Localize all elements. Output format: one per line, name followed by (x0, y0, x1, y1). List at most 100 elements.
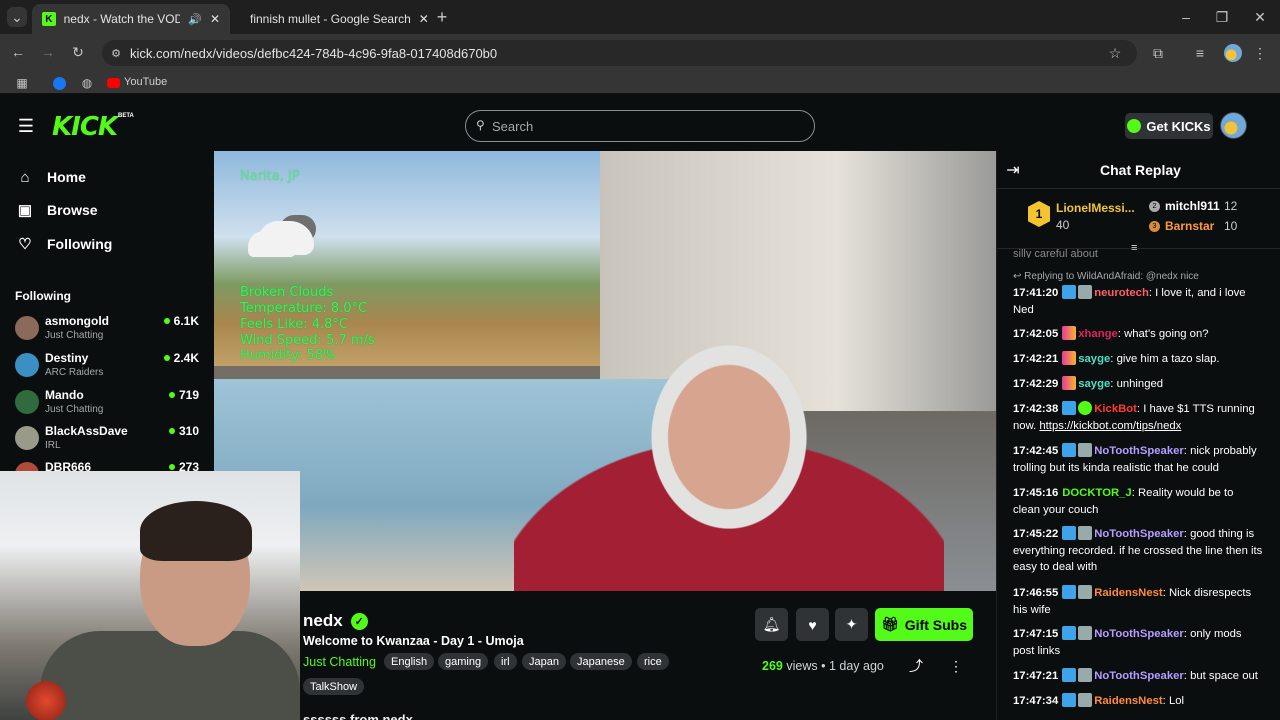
chat-message: 17:47:34 RaidensNest: Lol (1013, 693, 1185, 707)
live-dot-icon (163, 318, 170, 324)
search-input[interactable]: Search (465, 110, 815, 142)
follow-heart-button[interactable]: ♥ (796, 608, 829, 641)
chat-username[interactable]: NoToothSpeaker (1094, 670, 1184, 682)
get-kicks-button[interactable]: Get KICKs (1125, 113, 1213, 139)
sub-badge-icon (1062, 526, 1077, 540)
profile-avatar[interactable] (1224, 44, 1242, 62)
new-tab-icon[interactable]: + (432, 7, 452, 27)
beta-label: BETA (118, 113, 134, 119)
tag[interactable]: English (384, 653, 435, 670)
tag[interactable]: gaming (438, 653, 489, 670)
tab-kick[interactable]: K nedx - Watch the VOD on K 🔊 ✕ (32, 4, 230, 34)
leader-name[interactable]: Barnstar (1165, 219, 1214, 233)
webcam-jacket (40, 631, 300, 720)
tag[interactable]: Japan (522, 653, 566, 670)
leader-name[interactable]: mitchl911 (1165, 199, 1220, 213)
collapse-chat-icon[interactable]: ⇥ (1003, 160, 1023, 180)
section-heading-partial: ssssss from nedx (303, 712, 413, 720)
speaker-icon[interactable]: 🔊 (188, 13, 202, 26)
viewer-count-value: 719 (178, 388, 199, 402)
gifter-badge-icon (1078, 585, 1093, 599)
viewer-count: 310 (168, 424, 199, 438)
gift-subs-button[interactable]: 🎁︎ Gift Subs (875, 608, 973, 641)
channel-category: ARC Raiders (45, 367, 104, 378)
notification-bell-button[interactable]: 🔔︎ (755, 608, 788, 641)
media-control-icon[interactable]: ≡ (1190, 43, 1210, 63)
search-icon: ⚲ (476, 118, 485, 132)
tag[interactable]: Japanese (570, 653, 632, 670)
kick-logo[interactable]: KICK (52, 112, 118, 142)
sparkle-button[interactable]: ✦ (835, 608, 868, 641)
bookmark-youtube[interactable]: YouTube (124, 76, 167, 88)
close-tab-icon[interactable]: ✕ (419, 12, 429, 26)
globe-icon[interactable]: ◍ (77, 73, 97, 93)
live-dot-icon (168, 428, 175, 434)
gifter-badge-icon (1062, 351, 1077, 365)
viewer-count-value: 6.1K (173, 314, 199, 328)
viewer-count-value: 310 (178, 424, 199, 438)
chat-username[interactable]: NoToothSpeaker (1094, 528, 1184, 540)
apps-grid-icon[interactable]: ▦ (12, 73, 32, 93)
message-time: 17:47:15 (1013, 628, 1059, 640)
chat-username[interactable]: xhange (1078, 328, 1118, 340)
search-placeholder: Search (492, 118, 534, 134)
reply-text: Replying to WildAndAfraid: @nedx nice (1024, 271, 1199, 282)
tag[interactable]: rice (637, 653, 669, 670)
avatar (15, 353, 39, 377)
tag[interactable]: TalkShow (303, 678, 365, 695)
sidebar-item-home[interactable]: ⌂ Home (15, 165, 85, 189)
chat-username[interactable]: sayge (1078, 378, 1110, 390)
sidebar-item-browse[interactable]: ▣ Browse (15, 198, 98, 222)
channel-title[interactable]: nedx ✓ (303, 611, 368, 631)
hamburger-menu-icon[interactable]: ☰ (16, 116, 36, 136)
sub-badge-icon (1062, 285, 1077, 299)
webcam-hair (140, 501, 252, 561)
category-link[interactable]: Just Chatting (303, 655, 376, 669)
chat-username[interactable]: NoToothSpeaker (1094, 628, 1184, 640)
followed-channel[interactable]: BlackAssDave IRL 310 (15, 424, 205, 458)
chat-username[interactable]: RaidensNest (1094, 587, 1162, 599)
site-info-icon[interactable]: ⚙ (106, 43, 126, 63)
chat-username[interactable]: RaidensNest (1094, 695, 1162, 707)
extensions-icon[interactable]: ⧉ (1148, 43, 1168, 63)
chat-username[interactable]: KickBot (1094, 403, 1137, 415)
video-player[interactable]: Narita, JP Broken Clouds Temperature: 8.… (214, 151, 996, 591)
minimize-icon[interactable]: – (1176, 7, 1196, 27)
share-icon[interactable]: ⤴ (906, 656, 926, 676)
weather-cloud-shape (258, 221, 314, 255)
user-avatar[interactable] (1220, 112, 1247, 139)
leader-name[interactable]: LionelMessi... (1056, 201, 1135, 215)
more-options-icon[interactable]: ⋮ (946, 656, 966, 676)
home-icon: ⌂ (20, 168, 30, 186)
followed-channel[interactable]: Destiny ARC Raiders 2.4K (15, 351, 205, 385)
streamer-figure (514, 311, 944, 591)
chat-username[interactable]: sayge (1078, 353, 1110, 365)
chat-username[interactable]: neurotech (1094, 287, 1149, 299)
message-link[interactable]: https://kickbot.com/tips/nedx (1039, 420, 1181, 432)
followed-channel[interactable]: Mando Just Chatting 719 (15, 388, 205, 422)
channel-category: Just Chatting (45, 330, 104, 341)
close-tab-icon[interactable]: ✕ (210, 12, 220, 26)
close-window-icon[interactable]: ✕ (1250, 7, 1270, 27)
tab-google[interactable]: finnish mullet - Google Search ✕ (232, 4, 430, 34)
bookmark-star-icon[interactable]: ☆ (1105, 43, 1125, 63)
forward-icon[interactable]: → (38, 42, 58, 62)
tab-search-icon[interactable]: ⌄ (7, 7, 27, 27)
chat-username[interactable]: NoToothSpeaker (1094, 445, 1184, 457)
chat-message: 17:41:20 neurotech: I love it, and i love… (1013, 285, 1246, 316)
followed-channel[interactable]: asmongold Just Chatting 6.1K (15, 314, 205, 348)
facebook-icon[interactable] (53, 77, 66, 90)
chat-username[interactable]: DOCKTOR_J (1062, 487, 1131, 499)
channel-category: Just Chatting (45, 404, 104, 415)
views-meta: 269 views • 1 day ago (762, 659, 884, 673)
tag[interactable]: irl (494, 653, 517, 670)
live-dot-icon (168, 464, 175, 470)
sub-badge-icon (1062, 626, 1077, 640)
sidebar-item-following[interactable]: ♡ Following (15, 232, 112, 256)
maximize-icon[interactable]: ❐ (1212, 7, 1232, 27)
back-icon[interactable]: ← (8, 42, 28, 62)
address-bar[interactable]: kick.com/nedx/videos/defbc424-784b-4c96-… (102, 40, 1137, 66)
webcam-overlay (0, 471, 300, 720)
menu-dots-icon[interactable]: ⋮ (1250, 43, 1270, 63)
reload-icon[interactable]: ↻ (68, 42, 88, 62)
